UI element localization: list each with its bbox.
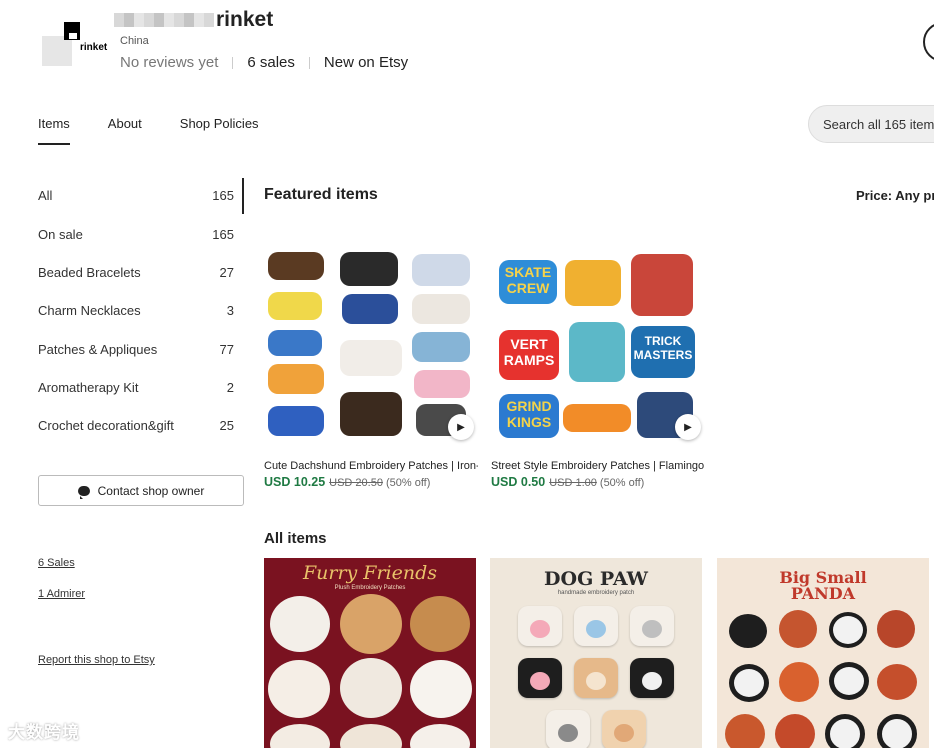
shop-location: China — [120, 35, 149, 47]
contact-label: Contact shop owner — [97, 483, 205, 498]
sidebar-item-beaded-bracelets[interactable]: Beaded Bracelets 27 — [38, 265, 234, 280]
category-label: On sale — [38, 227, 83, 242]
category-count: 77 — [219, 342, 234, 357]
original-price: USD 20.50 — [329, 477, 383, 489]
category-label: Aromatherapy Kit — [38, 380, 139, 395]
sales-count: 6 sales — [247, 54, 295, 71]
sales-link[interactable]: 6 Sales — [38, 557, 75, 569]
category-label: Beaded Bracelets — [38, 265, 141, 280]
item-card-image[interactable]: Big Small PANDA — [717, 558, 929, 748]
logo-shape — [42, 36, 72, 66]
redacted-name — [114, 13, 214, 27]
tab-about[interactable]: About — [108, 116, 142, 145]
category-label: Crochet decoration&gift — [38, 418, 174, 433]
tab-shop-policies[interactable]: Shop Policies — [180, 116, 259, 145]
price-filter-dropdown[interactable]: Price: Any price — [856, 188, 934, 203]
category-count: 3 — [226, 303, 234, 318]
sticker-text: SKATE CREW — [499, 260, 557, 304]
active-indicator — [242, 178, 244, 214]
featured-title: Featured items — [264, 186, 378, 203]
search-input[interactable]: Search all 165 items — [808, 105, 934, 143]
admirer-link[interactable]: 1 Admirer — [38, 588, 85, 600]
category-count: 165 — [212, 227, 234, 242]
category-label: All — [38, 188, 53, 203]
shop-name-text: rinket — [216, 8, 274, 31]
discount-text: (50% off) — [599, 477, 645, 489]
category-count: 165 — [212, 188, 234, 203]
shop-name: rinket — [114, 8, 273, 32]
current-price: USD 0.50 — [491, 475, 546, 489]
logo-shape — [68, 32, 78, 40]
category-label: Patches & Appliques — [38, 342, 158, 357]
featured-item-title[interactable]: Cute Dachshund Embroidery Patches | Iron… — [264, 460, 478, 472]
item-headline: Big Small PANDA — [779, 568, 867, 603]
report-shop-link[interactable]: Report this shop to Etsy — [38, 654, 155, 666]
current-price: USD 10.25 — [264, 475, 326, 489]
shop-logo[interactable]: rinket — [38, 12, 110, 76]
reviews-text: No reviews yet — [120, 54, 219, 71]
featured-item-image[interactable]: SKATE CREW VERT RAMPS TRICK MASTERS GRIN… — [491, 240, 705, 446]
item-headline: Furry Friends — [302, 562, 438, 584]
watermark: 大数跨境 — [8, 723, 80, 742]
contact-shop-owner-button[interactable]: Contact shop owner — [38, 475, 244, 506]
status-new: New — [323, 54, 354, 71]
play-video-icon[interactable]: ▶ — [448, 414, 474, 440]
category-label: Charm Necklaces — [38, 303, 141, 318]
shop-stats: No reviews yet 6 sales New on Etsy — [120, 54, 408, 71]
featured-item-price: USD 10.25 USD 20.50 (50% off) — [264, 475, 430, 489]
category-count: 27 — [219, 265, 234, 280]
sticker-text: VERT RAMPS — [499, 330, 559, 380]
sidebar-item-on-sale[interactable]: On sale 165 — [38, 227, 234, 242]
logo-text: rinket — [80, 42, 108, 53]
featured-item-price: USD 0.50 USD 1.00 (50% off) — [491, 475, 644, 489]
item-headline: DOG PAW — [544, 568, 648, 590]
sidebar-item-all[interactable]: All 165 — [38, 188, 234, 203]
original-price: USD 1.00 — [549, 477, 597, 489]
shop-tabs: Items About Shop Policies — [38, 116, 297, 145]
sticker-text: TRICK MASTERS — [631, 326, 695, 378]
sidebar-item-patches[interactable]: Patches & Appliques 77 — [38, 342, 234, 357]
sidebar-item-aromatherapy[interactable]: Aromatherapy Kit 2 — [38, 380, 234, 395]
status-rest: on Etsy — [358, 54, 409, 71]
favorite-shop-button[interactable] — [923, 22, 934, 62]
chat-icon — [77, 485, 90, 499]
featured-item-image[interactable]: ▶ — [264, 240, 478, 446]
sidebar-item-crochet[interactable]: Crochet decoration&gift 25 — [38, 418, 234, 433]
etsy-status: New on Etsy — [324, 54, 408, 71]
tab-items[interactable]: Items — [38, 116, 70, 145]
item-card-image[interactable]: Furry Friends Plush Embroidery Patches — [264, 558, 476, 748]
item-subtitle: handmade embroidery patch — [557, 590, 635, 596]
sidebar-item-charm-necklaces[interactable]: Charm Necklaces 3 — [38, 303, 234, 318]
featured-item-title[interactable]: Street Style Embroidery Patches | Flamin… — [491, 460, 705, 472]
sticker-text: GRIND KINGS — [499, 394, 559, 438]
discount-text: (50% off) — [385, 477, 431, 489]
item-card-image[interactable]: DOG PAW handmade embroidery patch — [490, 558, 702, 748]
category-count: 2 — [226, 380, 234, 395]
play-video-icon[interactable]: ▶ — [675, 414, 701, 440]
category-count: 25 — [219, 418, 234, 433]
all-items-title: All items — [264, 530, 327, 547]
item-subtitle: Plush Embroidery Patches — [334, 585, 406, 591]
